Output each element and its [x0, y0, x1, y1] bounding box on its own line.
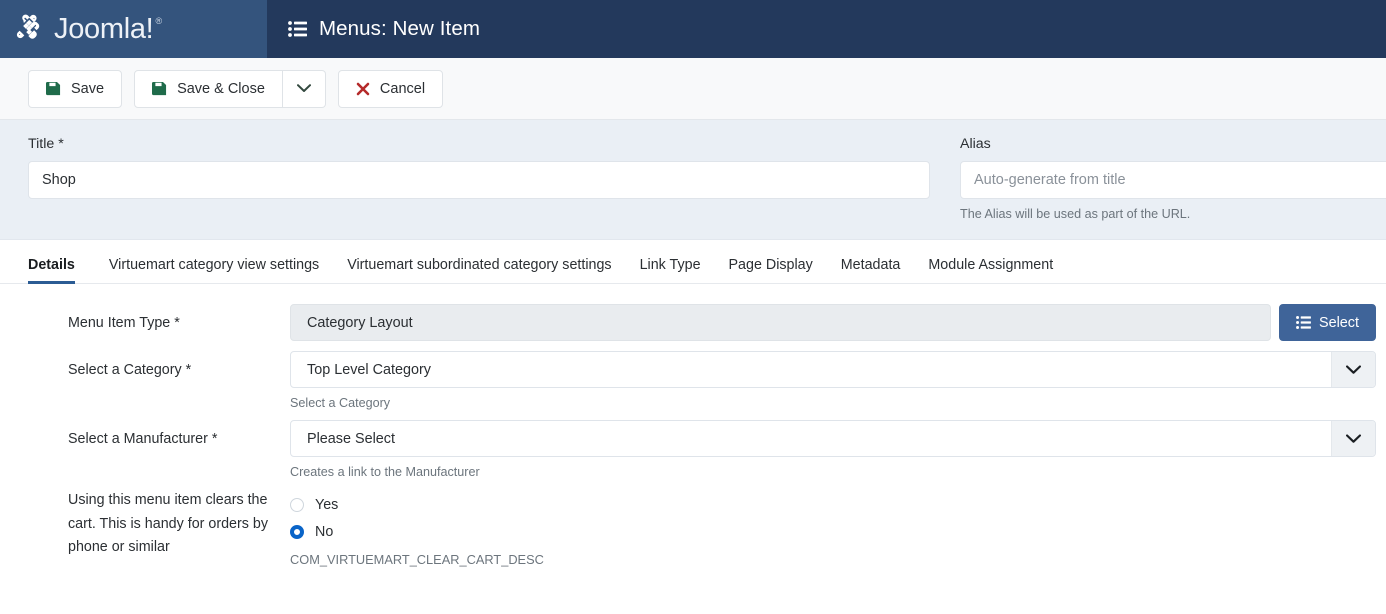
alias-field-group: Alias The Alias will be used as part of … — [960, 136, 1358, 221]
tab-page-display[interactable]: Page Display — [715, 258, 827, 283]
brand-wordmark: Joomla! ® — [54, 15, 162, 44]
save-options-dropdown-button[interactable] — [283, 70, 326, 108]
category-help-text: Select a Category — [290, 396, 1376, 410]
tab-bar: Details Virtuemart category view setting… — [0, 240, 1386, 284]
save-close-button-group: Save & Close — [134, 70, 326, 108]
tab-link-type[interactable]: Link Type — [626, 258, 715, 283]
select-manufacturer-control: Please Select Creates a link to the Manu… — [290, 420, 1376, 479]
radio-yes[interactable] — [290, 498, 304, 512]
save-button-label: Save — [71, 81, 104, 97]
clear-cart-label: Using this menu item clears the cart. Th… — [68, 489, 290, 560]
page-title: Menus: New Item — [319, 17, 480, 41]
select-manufacturer-label: Select a Manufacturer * — [68, 420, 290, 452]
chevron-down-icon[interactable] — [1331, 421, 1375, 456]
title-input[interactable] — [28, 161, 930, 199]
menu-item-type-row: Menu Item Type * Category Layout — [0, 304, 1386, 341]
clear-cart-option-yes[interactable]: Yes — [290, 491, 1376, 518]
save-button[interactable]: Save — [28, 70, 122, 108]
tab-virtuemart-subordinated-category-settings[interactable]: Virtuemart subordinated category setting… — [333, 258, 625, 283]
tab-metadata[interactable]: Metadata — [827, 258, 915, 283]
category-select-value: Top Level Category — [291, 352, 1375, 387]
cancel-button-label: Cancel — [380, 81, 425, 97]
save-and-close-button[interactable]: Save & Close — [134, 70, 283, 108]
close-x-icon — [356, 82, 370, 96]
manufacturer-help-text: Creates a link to the Manufacturer — [290, 465, 1376, 479]
brand-registered-mark: ® — [155, 15, 162, 27]
page-title-bar: Menus: New Item — [267, 0, 1386, 58]
toolbar: Save Save & Close Cancel — [0, 58, 1386, 120]
menu-item-type-select-button[interactable]: Select — [1279, 304, 1376, 341]
select-category-control: Top Level Category Select a Category — [290, 351, 1376, 410]
select-category-label: Select a Category * — [68, 351, 290, 383]
alias-label: Alias — [960, 136, 1358, 152]
brand-name: Joomla! — [54, 15, 153, 44]
radio-no[interactable] — [290, 525, 304, 539]
cancel-button[interactable]: Cancel — [338, 70, 443, 108]
title-alias-band: Title * Alias The Alias will be used as … — [0, 120, 1386, 240]
alias-help-text: The Alias will be used as part of the UR… — [960, 207, 1358, 221]
tab-details[interactable]: Details — [28, 258, 89, 283]
alias-input[interactable] — [960, 161, 1386, 199]
select-manufacturer-row: Select a Manufacturer * Please Select Cr… — [0, 420, 1386, 479]
chevron-down-icon[interactable] — [1331, 352, 1375, 387]
details-panel: Menu Item Type * Category Layout — [0, 284, 1386, 567]
tab-module-assignment[interactable]: Module Assignment — [914, 258, 1067, 283]
title-field-group: Title * — [28, 136, 930, 221]
menu-item-type-label: Menu Item Type * — [68, 304, 290, 336]
manufacturer-select-value: Please Select — [291, 421, 1375, 456]
brand-area[interactable]: Joomla! ® — [0, 0, 267, 58]
title-label: Title * — [28, 136, 930, 152]
list-icon — [1296, 316, 1311, 329]
chevron-down-icon — [297, 84, 311, 93]
radio-no-label: No — [315, 524, 333, 540]
tab-virtuemart-category-view-settings[interactable]: Virtuemart category view settings — [95, 258, 333, 283]
clear-cart-help-text: COM_VIRTUEMART_CLEAR_CART_DESC — [290, 552, 1376, 567]
clear-cart-row: Using this menu item clears the cart. Th… — [0, 489, 1386, 567]
menu-item-type-value: Category Layout — [290, 304, 1271, 341]
category-select[interactable]: Top Level Category — [290, 351, 1376, 388]
app-header: Joomla! ® Menus: New Item — [0, 0, 1386, 58]
clear-cart-control: Yes No COM_VIRTUEMART_CLEAR_CART_DESC — [290, 489, 1376, 567]
menu-item-type-control: Category Layout Select — [290, 304, 1376, 341]
radio-yes-label: Yes — [315, 497, 338, 513]
clear-cart-option-no[interactable]: No — [290, 518, 1376, 545]
joomla-logo-icon — [13, 13, 45, 45]
menu-list-icon — [288, 21, 307, 37]
menu-item-type-select-label: Select — [1319, 315, 1359, 331]
select-category-row: Select a Category * Top Level Category S… — [0, 351, 1386, 410]
floppy-disk-icon — [46, 81, 61, 96]
save-and-close-label: Save & Close — [177, 81, 265, 97]
floppy-disk-icon — [152, 81, 167, 96]
manufacturer-select[interactable]: Please Select — [290, 420, 1376, 457]
